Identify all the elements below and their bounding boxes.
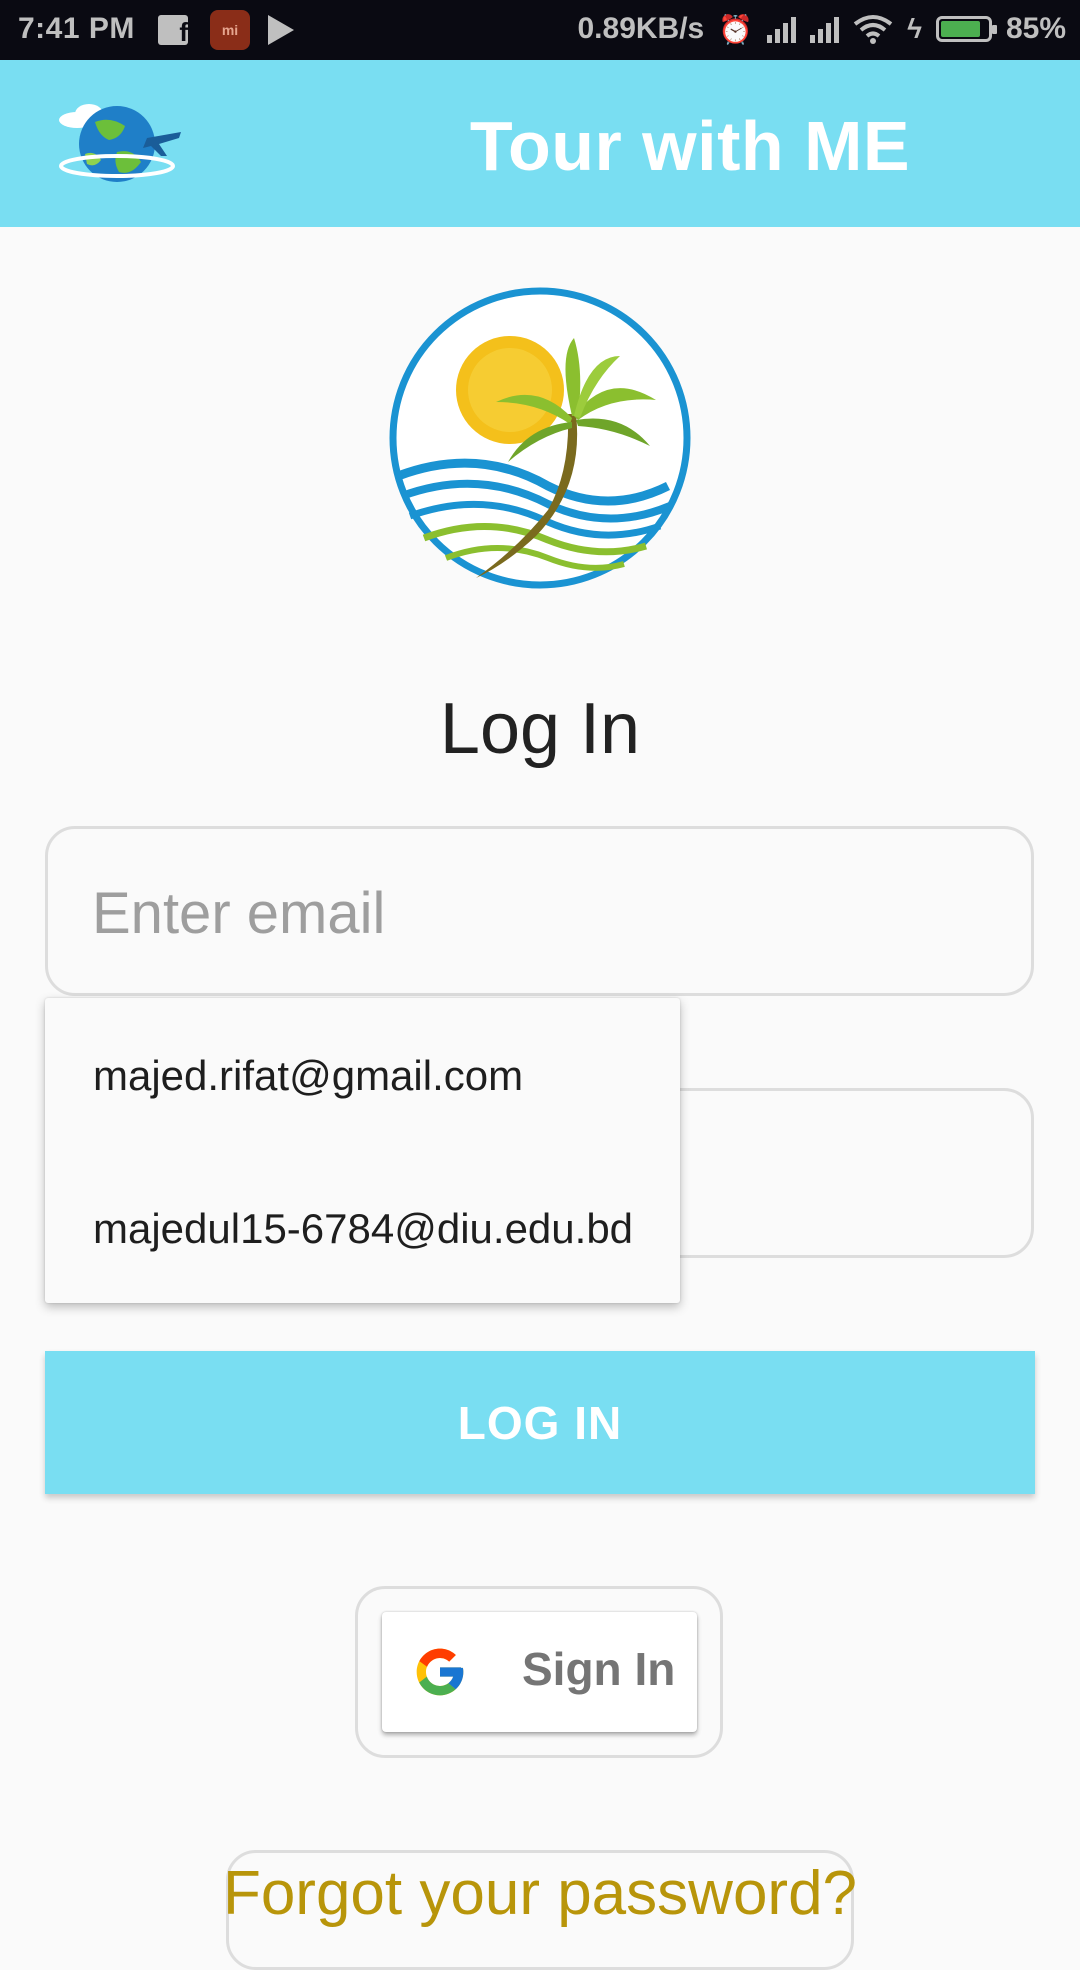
battery-level: [940, 21, 980, 37]
status-time: 7:41 PM: [18, 12, 135, 45]
autocomplete-item[interactable]: majedul15-6784@diu.edu.bd: [93, 1205, 633, 1253]
status-bar: 7:41 PM f mi 0.89KB/s ⏰ ϟ 85%: [0, 0, 1080, 60]
email-autocomplete-dropdown: majed.rifat@gmail.com majedul15-6784@diu…: [45, 998, 680, 1303]
google-signin-button[interactable]: Sign In: [382, 1612, 697, 1732]
system-icons: 0.89KB/s ⏰ ϟ 85%: [578, 12, 1067, 46]
alarm-icon: ⏰: [718, 13, 754, 45]
signal-icon: [767, 15, 797, 43]
net-speed: 0.89KB/s: [577, 12, 705, 45]
app-title: Tour with ME: [469, 107, 911, 185]
mi-icon: mi: [210, 10, 250, 50]
play-store-icon: [268, 15, 294, 45]
login-button[interactable]: LOG IN: [45, 1351, 1035, 1494]
email-field-container: [45, 826, 1034, 996]
signal-icon-2: [810, 15, 840, 43]
forgot-password-link[interactable]: Forgot your password?: [0, 1858, 1080, 1929]
email-input[interactable]: [90, 869, 994, 957]
battery-icon: [935, 16, 997, 42]
palm-beach-logo: [389, 287, 691, 589]
google-signin-label: Sign In: [522, 1643, 676, 1695]
autocomplete-item[interactable]: majed.rifat@gmail.com: [93, 1052, 523, 1100]
battery-percent: 85%: [1005, 12, 1066, 45]
page-title: Log In: [439, 689, 641, 769]
google-g-icon: [416, 1648, 464, 1696]
app-bar: Tour with ME: [0, 60, 1080, 227]
facebook-icon: f: [158, 15, 188, 45]
wifi-icon: [853, 15, 893, 44]
notification-icons: f mi: [158, 10, 294, 50]
globe-plane-icon: [59, 104, 181, 182]
charging-icon: ϟ: [907, 13, 922, 44]
